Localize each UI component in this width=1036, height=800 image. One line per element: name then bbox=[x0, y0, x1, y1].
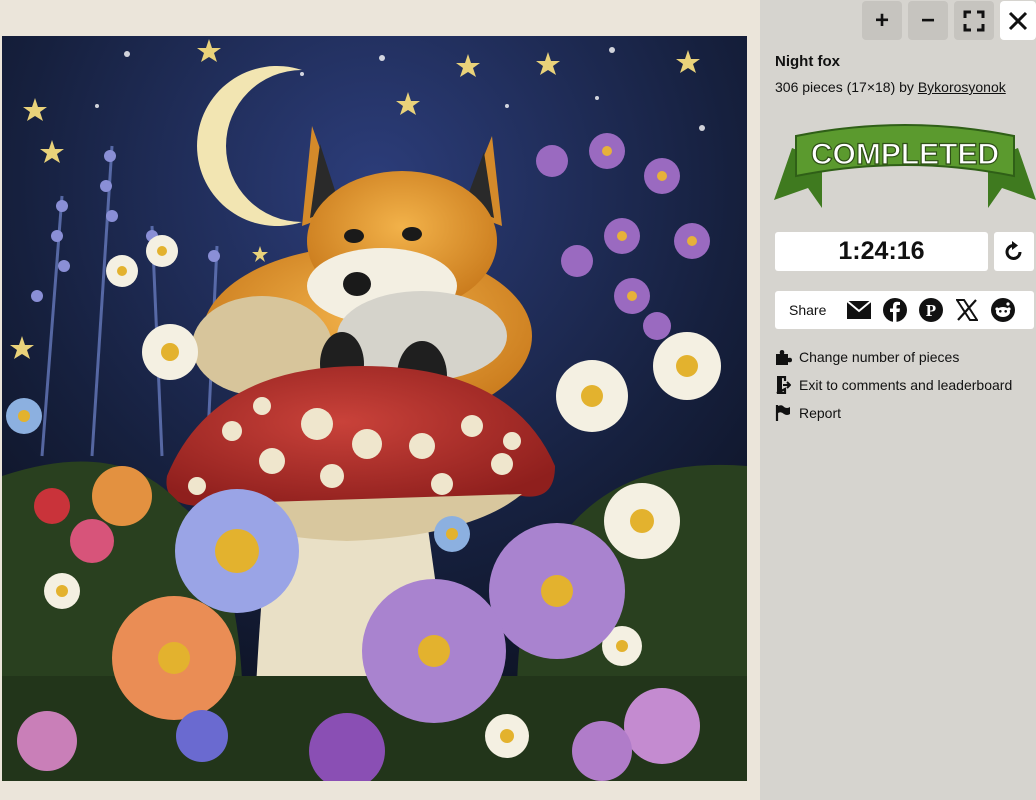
mail-icon[interactable] bbox=[847, 298, 871, 322]
puzzle-image[interactable] bbox=[2, 36, 747, 781]
fullscreen-icon bbox=[963, 10, 985, 31]
pinterest-icon[interactable]: P bbox=[919, 298, 943, 322]
zoom-in-icon: + bbox=[874, 6, 889, 34]
completed-text: COMPLETED bbox=[811, 138, 999, 171]
svg-text:P: P bbox=[926, 301, 936, 320]
change-pieces-link[interactable]: Change number of pieces bbox=[774, 348, 959, 366]
exit-comments-label: Exit to comments and leaderboard bbox=[799, 377, 1013, 393]
fullscreen-button[interactable] bbox=[954, 1, 994, 40]
reddit-icon[interactable] bbox=[991, 298, 1015, 322]
restart-button[interactable] bbox=[994, 232, 1034, 271]
report-label: Report bbox=[799, 405, 842, 421]
facebook-icon[interactable] bbox=[883, 298, 907, 322]
x-icon[interactable] bbox=[955, 298, 979, 322]
sidebar: + − Night fox 306 pieces (17×18) by Byko… bbox=[760, 0, 1036, 800]
restart-icon bbox=[1005, 240, 1022, 260]
author-link[interactable]: Bykorosyonok bbox=[918, 79, 1006, 95]
exit-comments-link[interactable]: Exit to comments and leaderboard bbox=[774, 376, 1012, 394]
flag-icon bbox=[774, 404, 792, 422]
report-link[interactable]: Report bbox=[774, 404, 841, 422]
zoom-out-icon: − bbox=[920, 6, 935, 34]
timer: 1:24:16 bbox=[775, 232, 988, 271]
puzzle-canvas[interactable] bbox=[0, 0, 760, 800]
zoom-in-button[interactable]: + bbox=[862, 1, 902, 40]
puzzle-meta: 306 pieces (17×18) by Bykorosyonok bbox=[775, 79, 1006, 95]
share-bar: Share P bbox=[775, 291, 1034, 329]
exit-door-icon bbox=[774, 376, 792, 394]
close-icon bbox=[1008, 11, 1028, 30]
piece-count: 306 pieces (17×18) by bbox=[775, 79, 918, 95]
completed-ribbon: COMPLETED bbox=[774, 124, 1036, 208]
change-pieces-label: Change number of pieces bbox=[799, 349, 960, 365]
zoom-out-button[interactable]: − bbox=[908, 1, 948, 40]
share-label: Share bbox=[789, 302, 827, 318]
puzzle-piece-icon bbox=[774, 348, 792, 366]
close-button[interactable] bbox=[1000, 1, 1036, 40]
puzzle-title: Night fox bbox=[775, 53, 840, 70]
